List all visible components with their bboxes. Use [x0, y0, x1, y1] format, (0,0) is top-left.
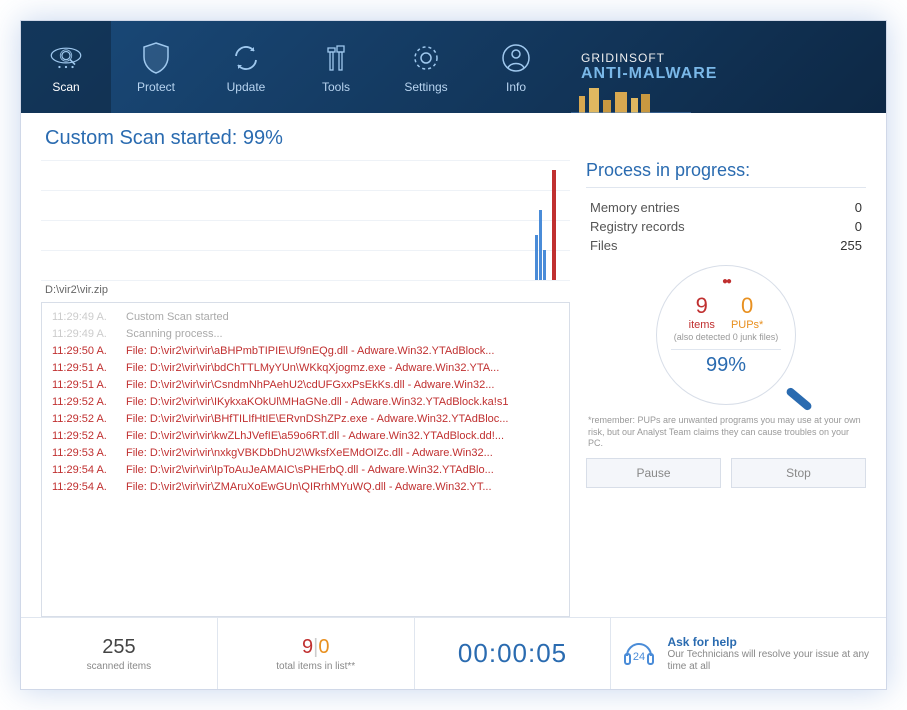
- progress-circle: ●● 9 items 0 PUPs* (also detected 0 ju: [656, 265, 796, 405]
- help-subtitle: Our Technicians will resolve your issue …: [667, 649, 876, 673]
- files-value: 255: [822, 238, 862, 253]
- items-label: items: [689, 319, 715, 331]
- magnifier-handle-icon: [785, 386, 813, 411]
- log-entry: 11:29:52 A.File: D:\vir2\vir\vir\BHfTILI…: [52, 411, 559, 428]
- gear-icon: [408, 40, 444, 76]
- scan-eye-icon: [48, 40, 84, 76]
- total-pups: 0: [318, 636, 329, 658]
- memory-label: Memory entries: [590, 200, 680, 215]
- right-column: Process in progress: Memory entries 0 Reg…: [586, 160, 866, 617]
- brand-area: GRIDINSOFT ANTI-MALWARE: [561, 21, 886, 113]
- pups-label: PUPs*: [731, 319, 763, 331]
- progress-percent: 99%: [706, 354, 746, 377]
- current-file-path: D:\vir2\vir.zip: [41, 280, 570, 302]
- tab-scan[interactable]: Scan: [21, 21, 111, 113]
- headset-icon: 24: [621, 636, 657, 672]
- memory-value: 0: [822, 200, 862, 215]
- pups-count: 0: [731, 293, 763, 319]
- scan-status-title: Custom Scan started: 99%: [41, 113, 866, 160]
- footer-help[interactable]: 24 Ask for help Our Technicians will res…: [611, 618, 886, 689]
- brand-name: GRIDINSOFT: [581, 51, 665, 65]
- elapsed-time: 00:00:05: [458, 638, 567, 669]
- content-area: Custom Scan started: 99%: [21, 113, 886, 617]
- log-entry: 11:29:52 A.File: D:\vir2\vir\vir\IKykxaK…: [52, 394, 559, 411]
- log-entry: 11:29:51 A.File: D:\vir2\vir\vir\CsndmNh…: [52, 377, 559, 394]
- scanned-label: scanned items: [87, 661, 151, 672]
- user-icon: [498, 40, 534, 76]
- shield-icon: [138, 40, 174, 76]
- chart-bar: [539, 210, 542, 280]
- tab-settings-label: Settings: [404, 80, 447, 94]
- footer-bar: 255 scanned items 9|0 total items in lis…: [21, 617, 886, 689]
- tab-update-label: Update: [227, 80, 266, 94]
- footer-totals: 9|0 total items in list**: [218, 618, 415, 689]
- pup-disclaimer: *remember: PUPs are unwanted programs yo…: [586, 409, 866, 458]
- registry-value: 0: [822, 219, 862, 234]
- help-title: Ask for help: [667, 635, 876, 649]
- log-entry: 11:29:54 A.File: D:\vir2\vir\vir\IpToAuJ…: [52, 462, 559, 479]
- chart-bar: [552, 170, 556, 280]
- tab-tools[interactable]: Tools: [291, 21, 381, 113]
- log-entry: 11:29:53 A.File: D:\vir2\vir\vir\nxkgVBK…: [52, 445, 559, 462]
- chart-bar: [543, 250, 546, 280]
- progress-stats: Memory entries 0 Registry records 0 Files 2…: [586, 198, 866, 255]
- junk-note: (also detected 0 junk files): [674, 333, 779, 343]
- log-entry: 11:29:49 A.Scanning process...: [52, 326, 559, 343]
- footer-scanned: 255 scanned items: [21, 618, 218, 689]
- app-window: Scan Protect Update Tools Settings: [20, 20, 887, 690]
- tools-icon: [318, 40, 354, 76]
- left-column: D:\vir2\vir.zip 11:29:49 A.Custom Scan s…: [41, 160, 570, 617]
- log-entry: 11:29:54 A.File: D:\vir2\vir\vir\ZMAruXo…: [52, 479, 559, 496]
- footer-elapsed: 00:00:05: [415, 618, 612, 689]
- activity-chart: [41, 160, 570, 280]
- tab-info[interactable]: Info: [471, 21, 561, 113]
- tab-info-label: Info: [506, 80, 526, 94]
- scanned-count: 255: [102, 636, 135, 659]
- log-entry: 11:29:50 A.File: D:\vir2\vir\vir\aBHPmbT…: [52, 343, 559, 360]
- tab-protect-label: Protect: [137, 80, 175, 94]
- items-count: 9: [689, 293, 715, 319]
- log-entry: 11:29:52 A.File: D:\vir2\vir\vir\kwZLhJV…: [52, 428, 559, 445]
- pause-button[interactable]: Pause: [586, 458, 721, 488]
- tab-settings[interactable]: Settings: [381, 21, 471, 113]
- header-toolbar: Scan Protect Update Tools Settings: [21, 21, 886, 113]
- scan-log[interactable]: 11:29:49 A.Custom Scan started11:29:49 A…: [41, 302, 570, 617]
- total-label: total items in list**: [276, 661, 355, 672]
- tab-scan-label: Scan: [52, 80, 79, 94]
- log-entry: 11:29:51 A.File: D:\vir2\vir\vir\bdChTTL…: [52, 360, 559, 377]
- svg-text:24: 24: [633, 651, 645, 663]
- registry-label: Registry records: [590, 219, 685, 234]
- tab-protect[interactable]: Protect: [111, 21, 201, 113]
- refresh-icon: [228, 40, 264, 76]
- files-label: Files: [590, 238, 617, 253]
- stop-button[interactable]: Stop: [731, 458, 866, 488]
- progress-title: Process in progress:: [586, 160, 866, 188]
- tab-tools-label: Tools: [322, 80, 350, 94]
- log-entry: 11:29:49 A.Custom Scan started: [52, 309, 559, 326]
- tab-update[interactable]: Update: [201, 21, 291, 113]
- skyline-icon: [571, 78, 691, 113]
- circle-dots-icon: ●●: [722, 276, 730, 287]
- chart-bar: [535, 235, 538, 280]
- total-threats: 9: [302, 636, 313, 658]
